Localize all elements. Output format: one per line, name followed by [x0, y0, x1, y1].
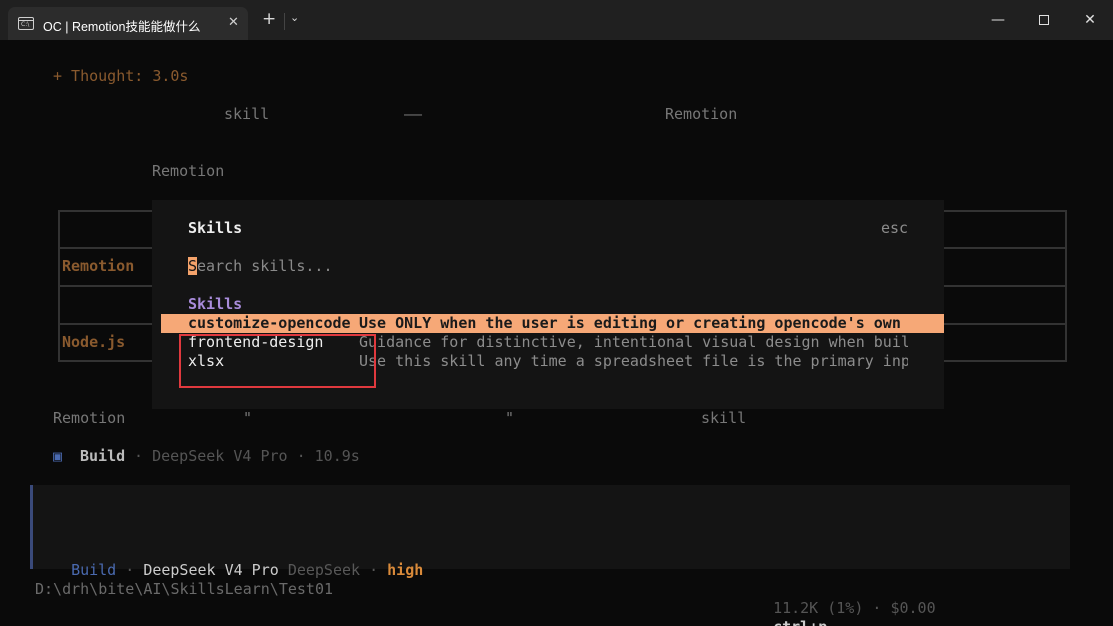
transcript-text: Remotion [665, 105, 738, 123]
transcript-text: Remotion [53, 409, 126, 427]
terminal-icon: C:\ [18, 17, 34, 30]
separator: · [360, 561, 388, 579]
title-bar: C:\ OC | Remotion技能能做什么 ✕ + ⌄ — ✕ [0, 0, 1113, 40]
tab-title: OC | Remotion技能能做什么 [43, 20, 201, 34]
transcript-text: " [243, 409, 253, 427]
transcript-text: —— [404, 105, 423, 123]
text-cursor: S [188, 257, 198, 275]
model-name[interactable]: DeepSeek V4 Pro [143, 561, 278, 579]
annotation-highlight-box [179, 334, 376, 388]
skill-desc: Guidance for distinctive, intentional vi… [359, 333, 908, 351]
esc-button[interactable]: esc [881, 219, 908, 238]
transcript-text: skill [224, 105, 270, 123]
tab-close-icon[interactable]: ✕ [228, 15, 239, 30]
thought-line: + Thought: 3.0s [53, 67, 189, 85]
close-button[interactable]: ✕ [1080, 10, 1100, 30]
dialog-title: Skills [188, 219, 243, 237]
tab-separator [284, 13, 285, 30]
chevron-down-icon[interactable]: ⌄ [290, 11, 299, 24]
transcript-text: skill [701, 409, 747, 427]
build-label: Build [80, 447, 126, 465]
skill-name: customize-opencode [188, 314, 351, 332]
skill-desc: Use ONLY when the user is editing or cre… [359, 314, 901, 332]
build-icon: ▣ [53, 447, 63, 465]
separator: · [116, 561, 144, 579]
transcript-text: Remotion [152, 162, 225, 180]
agent-mode[interactable]: Build [71, 561, 116, 579]
maximize-button[interactable] [1034, 10, 1054, 30]
new-tab-button[interactable]: + [262, 11, 276, 28]
effort-level[interactable]: high [387, 561, 423, 579]
transcript-text: " [505, 409, 515, 427]
build-meta: · DeepSeek V4 Pro · 10.9s [125, 447, 360, 465]
skill-item[interactable]: customize-opencode Use ONLY when the use… [161, 314, 944, 333]
search-placeholder: earch skills... [197, 257, 333, 275]
maximize-icon [1039, 15, 1049, 25]
table-cell: Node.js [62, 333, 126, 351]
provider-name: DeepSeek [287, 561, 361, 579]
working-directory: D:\drh\bite\AI\SkillsLearn\Test01 [35, 580, 334, 598]
search-input[interactable]: Search skills... [188, 257, 333, 276]
tab-active[interactable]: C:\ OC | Remotion技能能做什么 ✕ [8, 7, 248, 40]
usage-stats: 11.2K (1%) · $0.00 [773, 599, 936, 617]
skill-desc: Use this skill any time a spreadsheet fi… [359, 352, 908, 370]
group-header: Skills [188, 295, 243, 313]
table-cell: Remotion [62, 257, 135, 275]
shortcut-key: ctrl+p [773, 618, 827, 626]
minimize-button[interactable]: — [988, 10, 1008, 30]
